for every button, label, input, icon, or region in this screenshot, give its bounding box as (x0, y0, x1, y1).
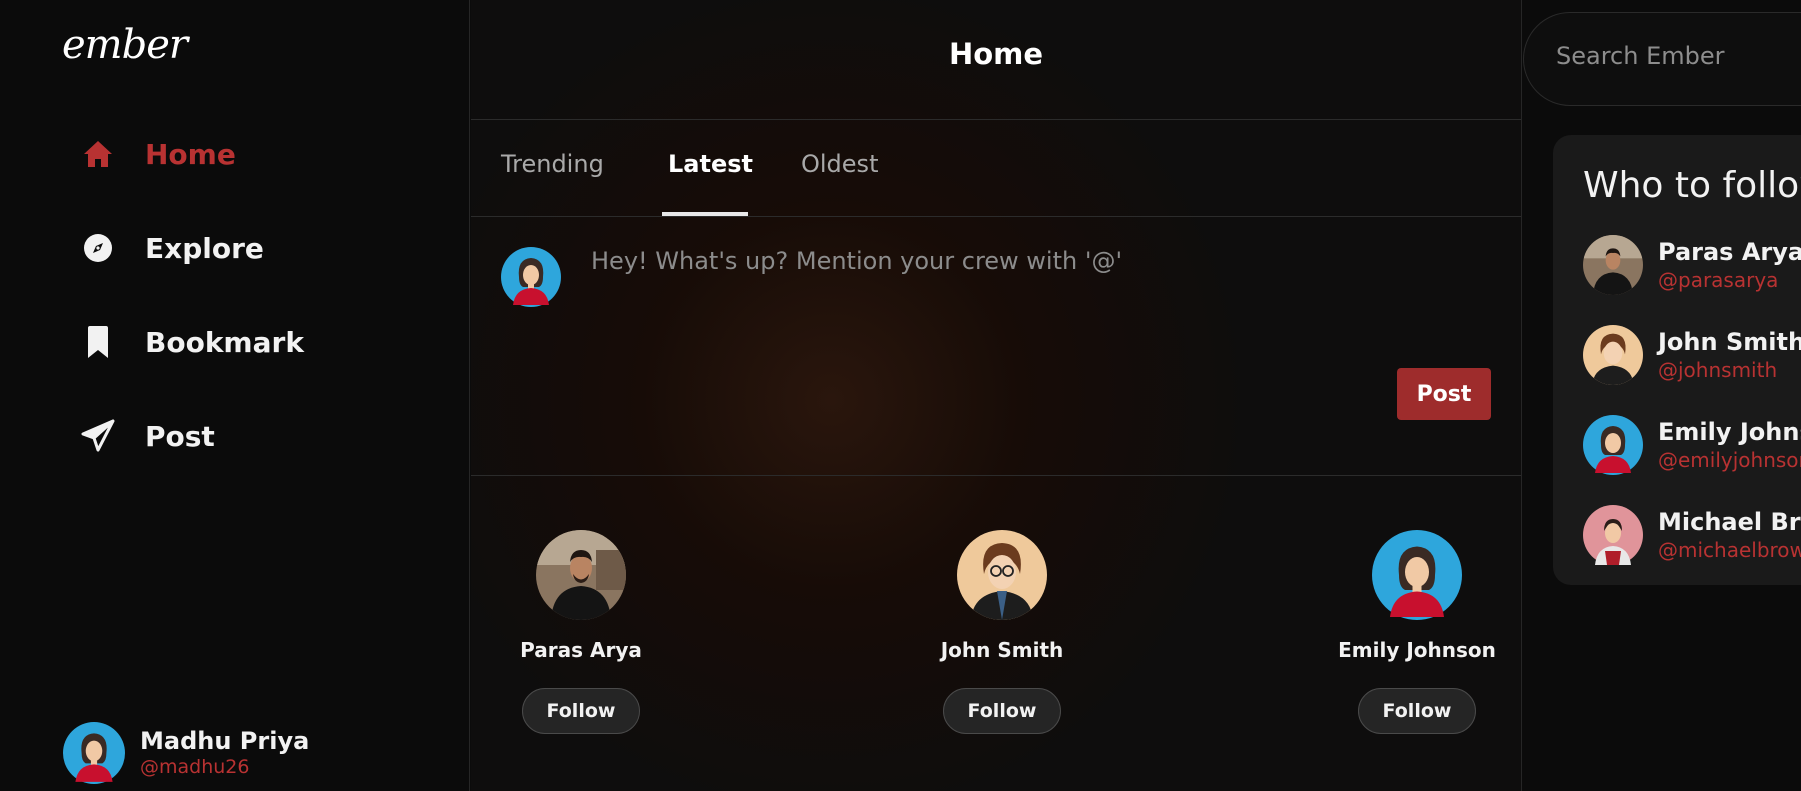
compose-input[interactable]: Hey! What's up? Mention your crew with '… (591, 247, 1122, 275)
nav-item-post[interactable]: Post (78, 412, 304, 460)
who-to-follow-title: Who to follow (1583, 165, 1801, 206)
suggestion-name: John Smith (940, 638, 1064, 662)
search-box (1523, 12, 1801, 106)
compass-icon (78, 228, 118, 268)
nav-label-explore: Explore (145, 231, 264, 265)
avatar (1583, 235, 1643, 295)
suggestion-name: Paras Arya (520, 638, 642, 662)
nav-item-explore[interactable]: Explore (78, 224, 304, 272)
nav-item-bookmark[interactable]: Bookmark (78, 318, 304, 366)
bookmark-icon (78, 322, 118, 362)
suggestion-card: John Smith Follow (922, 530, 1082, 734)
current-user-handle: @madhu26 (140, 756, 250, 778)
follow-suggestion-handle: @johnsmith (1658, 358, 1778, 382)
follow-button[interactable]: Follow (943, 688, 1061, 734)
active-tab-indicator (662, 212, 748, 216)
follow-suggestion-row[interactable]: John Smith @johnsmith (1583, 325, 1801, 385)
app-logo[interactable]: ember (62, 22, 188, 68)
nav-item-home[interactable]: Home (78, 130, 304, 178)
follow-suggestion-row[interactable]: Paras Arya @parasarya (1583, 235, 1801, 295)
tab-trending[interactable]: Trending (501, 150, 604, 178)
feed-header: Home (471, 0, 1521, 120)
feed-tabs: Trending Latest Oldest (471, 120, 1521, 217)
avatar[interactable] (957, 530, 1047, 620)
avatar[interactable] (1372, 530, 1462, 620)
who-to-follow-panel: Who to follow Paras Arya @parasarya John… (1553, 135, 1801, 585)
tab-latest[interactable]: Latest (668, 150, 753, 178)
nav-label-home: Home (145, 137, 236, 171)
follow-button[interactable]: Follow (522, 688, 640, 734)
follow-suggestion-name: Michael Brown (1658, 508, 1801, 536)
follow-suggestion-handle: @michaelbrown (1658, 538, 1801, 562)
current-user-name: Madhu Priya (140, 727, 310, 755)
search-input[interactable] (1554, 41, 1801, 71)
main-feed: Home Trending Latest Oldest Hey! What's … (471, 0, 1522, 791)
avatar (1583, 415, 1643, 475)
right-sidebar: Who to follow Paras Arya @parasarya John… (1523, 0, 1801, 791)
left-sidebar: ember Home Explore Bookmark Post Madhu P… (0, 0, 470, 791)
current-user[interactable]: Madhu Priya @madhu26 (63, 722, 309, 784)
post-composer: Hey! What's up? Mention your crew with '… (471, 217, 1521, 476)
suggested-users: Paras Arya Follow John Smith Follow Emil… (471, 476, 1521, 791)
suggestion-card: Paras Arya Follow (501, 530, 661, 734)
avatar (63, 722, 125, 784)
avatar (1583, 505, 1643, 565)
nav-label-post: Post (145, 419, 215, 453)
nav-label-bookmark: Bookmark (145, 325, 304, 359)
avatar[interactable] (536, 530, 626, 620)
follow-suggestion-row[interactable]: Michael Brown @michaelbrown (1583, 505, 1801, 565)
suggestion-card: Emily Johnson Follow (1337, 530, 1497, 734)
avatar (501, 247, 561, 307)
follow-suggestion-handle: @emilyjohnson (1658, 448, 1801, 472)
suggestion-name: Emily Johnson (1338, 638, 1496, 662)
avatar (1583, 325, 1643, 385)
main-nav: Home Explore Bookmark Post (78, 130, 304, 506)
send-icon (78, 416, 118, 456)
post-button[interactable]: Post (1397, 368, 1491, 420)
follow-button[interactable]: Follow (1358, 688, 1476, 734)
tab-oldest[interactable]: Oldest (801, 150, 878, 178)
follow-suggestion-name: Paras Arya (1658, 238, 1801, 266)
follow-suggestion-name: Emily Johnson (1658, 418, 1801, 446)
follow-suggestion-handle: @parasarya (1658, 268, 1779, 292)
follow-suggestion-name: John Smith (1658, 328, 1801, 356)
follow-suggestion-row[interactable]: Emily Johnson @emilyjohnson (1583, 415, 1801, 475)
home-icon (78, 134, 118, 174)
page-title: Home (948, 36, 1044, 71)
